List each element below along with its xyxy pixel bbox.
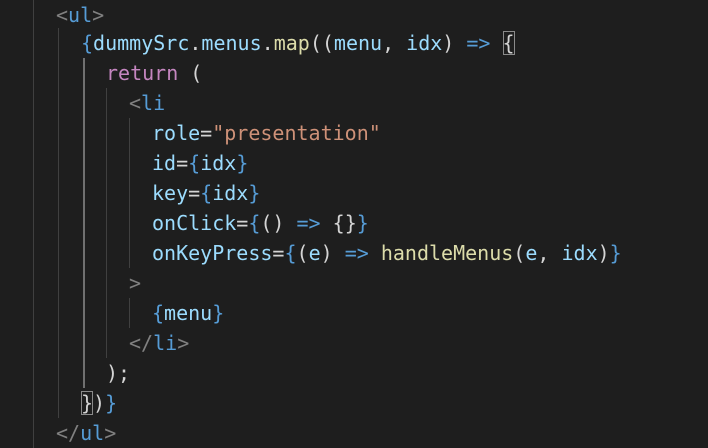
code-token: { <box>152 301 165 325</box>
code-line[interactable]: onKeyPress={(e) => handleMenus(e, idx)} <box>152 238 622 268</box>
code-token: < <box>129 91 142 115</box>
code-token: dummySrc <box>93 31 190 55</box>
code-token: handleMenus <box>380 241 514 265</box>
code-token: => <box>344 241 369 265</box>
code-token: () <box>260 211 297 235</box>
code-token: (( <box>309 31 334 55</box>
code-token: role <box>152 121 201 145</box>
code-token: ( <box>296 241 309 265</box>
code-token: ) <box>442 31 467 55</box>
code-token: ul <box>80 421 105 445</box>
code-token: idx <box>200 151 237 175</box>
code-token: "presentation" <box>212 121 381 145</box>
code-line[interactable]: <li <box>129 88 165 118</box>
code-token: = <box>188 181 201 205</box>
code-line[interactable]: {menu} <box>152 298 224 328</box>
indent-guide <box>33 0 34 448</box>
code-token: => <box>296 211 321 235</box>
code-token: = <box>200 121 213 145</box>
code-token: { <box>200 181 213 205</box>
code-token: > <box>129 271 142 295</box>
code-token: idx <box>212 181 249 205</box>
code-token: key <box>152 181 189 205</box>
code-token: return <box>106 61 179 85</box>
code-token: } <box>105 391 118 415</box>
code-token: ); <box>106 361 131 385</box>
code-line[interactable]: id={idx} <box>152 148 248 178</box>
code-token: ul <box>68 3 93 27</box>
code-token: > <box>104 421 117 445</box>
code-token: onKeyPress <box>152 241 273 265</box>
indent-guide <box>129 118 130 268</box>
code-token: , <box>382 31 407 55</box>
code-token: } <box>212 301 225 325</box>
indent-guide <box>58 28 59 418</box>
code-token: { <box>284 241 297 265</box>
code-token: ( <box>513 241 526 265</box>
matched-bracket: { <box>502 31 515 55</box>
code-line[interactable]: <ul> <box>56 0 104 30</box>
code-token: ( <box>178 61 203 85</box>
code-line[interactable]: {dummySrc.menus.map((menu, idx) => { <box>81 28 515 58</box>
code-token: . <box>261 31 274 55</box>
code-line[interactable]: })} <box>81 388 117 418</box>
code-line[interactable]: onClick={() => {}} <box>152 208 369 238</box>
code-token: map <box>273 31 310 55</box>
code-token: . <box>189 31 202 55</box>
code-line[interactable]: ); <box>106 358 130 388</box>
code-token: { <box>188 151 201 175</box>
code-line[interactable]: key={idx} <box>152 178 260 208</box>
code-token: } <box>236 151 249 175</box>
code-token: e <box>308 241 321 265</box>
code-token: = <box>176 151 189 175</box>
code-token: = <box>272 241 285 265</box>
code-token: e <box>525 241 538 265</box>
matched-bracket: } <box>81 391 94 415</box>
code-line[interactable]: </li> <box>129 328 189 358</box>
code-line[interactable]: return ( <box>106 58 202 88</box>
code-token: idx <box>561 241 598 265</box>
code-token: < <box>56 3 69 27</box>
code-token: > <box>177 331 190 355</box>
code-token: { <box>248 211 261 235</box>
code-line[interactable]: </ul> <box>56 418 116 448</box>
code-editor[interactable]: <ul> {dummySrc.menus.map((menu, idx) => {… <box>0 0 708 448</box>
code-token: } <box>356 211 369 235</box>
indent-guide <box>106 88 107 358</box>
code-token: menu <box>333 31 383 55</box>
code-token: ) <box>597 241 610 265</box>
code-token: } <box>248 181 261 205</box>
code-line[interactable]: role="presentation" <box>152 118 381 148</box>
code-token: = <box>236 211 249 235</box>
code-token: } <box>609 241 622 265</box>
code-token: , <box>537 241 562 265</box>
code-token: { <box>81 31 94 55</box>
code-token: li <box>141 91 166 115</box>
code-token: > <box>92 3 105 27</box>
code-token: menu <box>164 301 213 325</box>
indent-guide <box>129 298 130 328</box>
code-token: id <box>152 151 177 175</box>
code-line[interactable]: > <box>129 268 141 298</box>
code-token: </ <box>56 421 81 445</box>
code-token: ) <box>93 391 106 415</box>
indent-guide <box>83 58 85 388</box>
code-token: menus <box>201 31 262 55</box>
code-token: li <box>153 331 178 355</box>
code-token: => <box>466 31 491 55</box>
code-token: idx <box>406 31 443 55</box>
code-token: </ <box>129 331 154 355</box>
code-token: {} <box>320 211 357 235</box>
code-token: onClick <box>152 211 237 235</box>
code-token: ) <box>320 241 345 265</box>
